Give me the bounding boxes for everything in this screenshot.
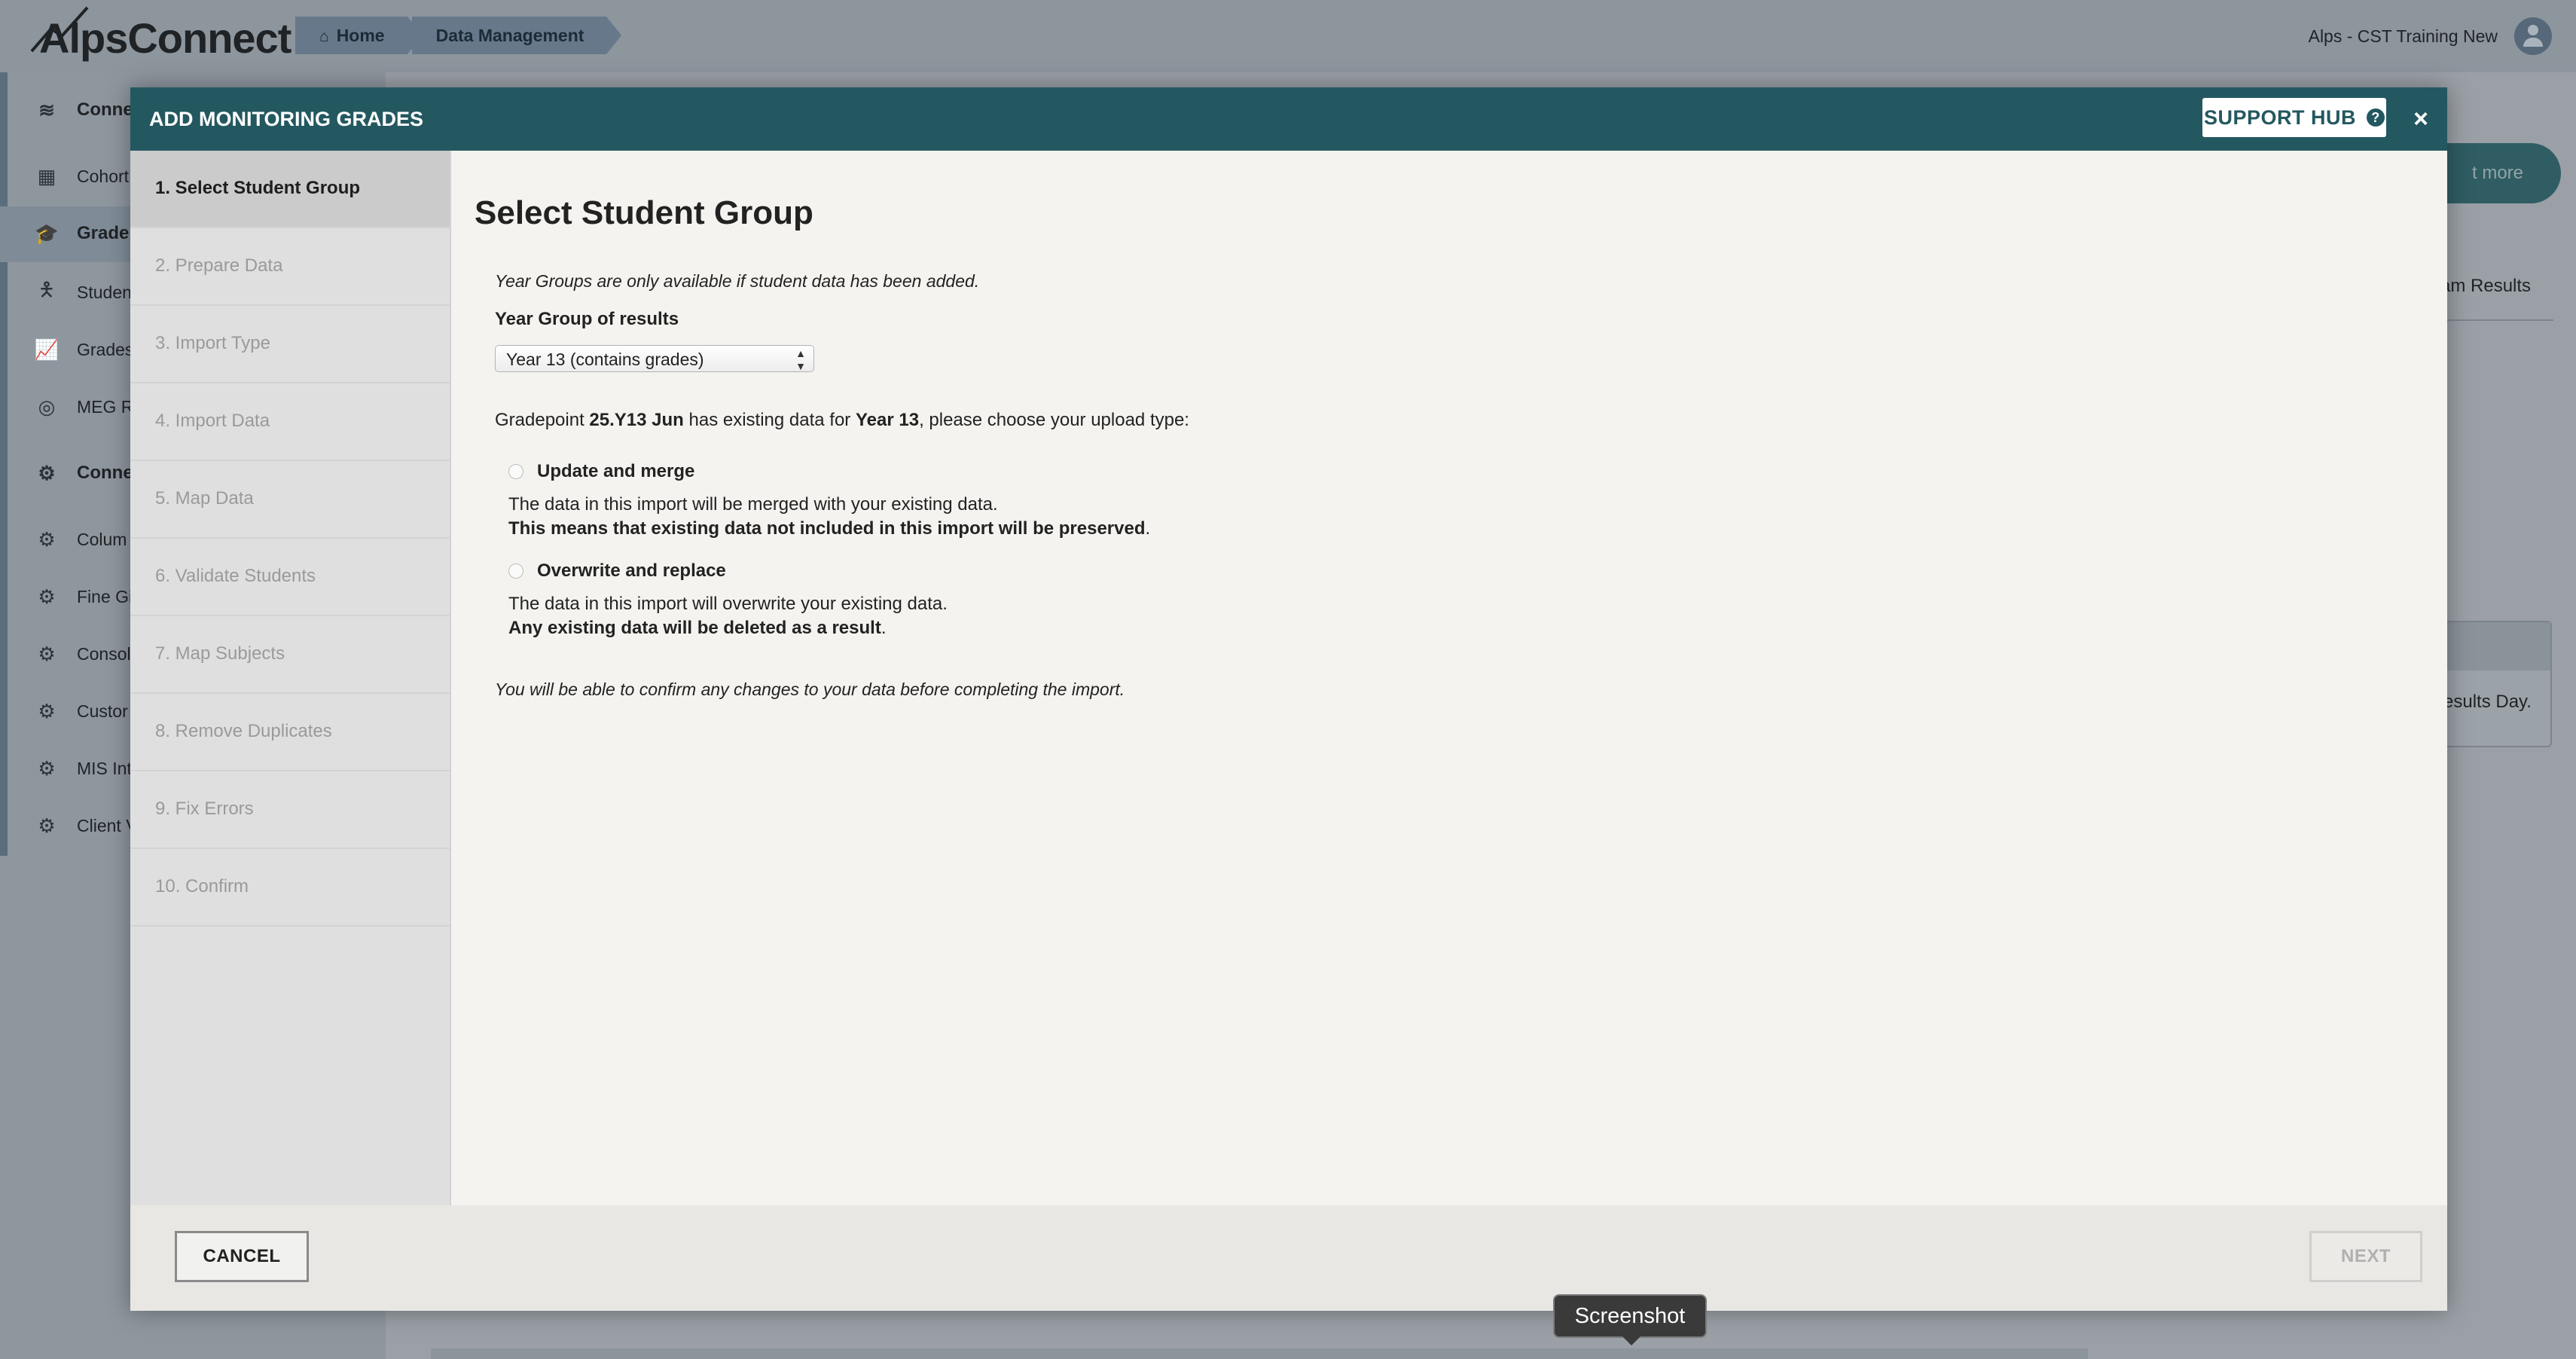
question-icon: ? [2367,108,2385,127]
wizard-steps: 1. Select Student Group 2. Prepare Data … [130,151,451,1205]
gear-icon: ⚙ [38,585,56,608]
modal-title: ADD MONITORING GRADES [149,108,424,130]
info-panel-text: esults Day. [2443,692,2532,712]
year-group-select[interactable]: Year 13 (contains grades) ▲ ▼ [495,345,814,372]
sidebar-item-grades[interactable]: 🎓 Grade [33,218,130,249]
app-logo[interactable]: AlpsConnect [39,14,291,63]
step-map-data: 5. Map Data [130,461,450,539]
year-groups-note: Year Groups are only available if studen… [495,271,980,291]
modal-content: Select Student Group Year Groups are onl… [451,151,2447,1205]
sidebar-item-cohort[interactable]: ▦ Cohort [33,161,129,191]
sidebar-section-connect-settings[interactable]: ⚙ Conne [33,458,133,488]
overwrite-consequence: Any existing data will be deleted as a r… [508,618,887,638]
page-bottom-bar [431,1348,2088,1359]
sidebar-item-consolidation[interactable]: ⚙ Consol [33,639,130,669]
add-monitoring-grades-modal: ADD MONITORING GRADES SUPPORT HUB ? × 1.… [130,87,2447,1311]
gradepoint-message: Gradepoint 25.Y13 Jun has existing data … [495,410,1189,430]
step-select-student-group[interactable]: 1. Select Student Group [130,151,450,228]
breadcrumb-home[interactable]: ⌂ Home [295,17,423,54]
step-confirm: 10. Confirm [130,849,450,927]
avatar[interactable] [2514,17,2552,55]
step-fix-errors: 9. Fix Errors [130,771,450,849]
modal-header: ADD MONITORING GRADES SUPPORT HUB ? × [130,87,2447,151]
sidebar-item-grades-chart[interactable]: 📈 Grades [33,334,134,365]
step-map-subjects: 7. Map Subjects [130,616,450,694]
sidebar-item-custom[interactable]: ⚙ Custor [33,696,127,726]
user-menu[interactable]: Alps - CST Training New [2309,17,2552,56]
sidebar-section-connect-data[interactable]: ≋ Conne [33,95,133,125]
sidebar-accent-strip [0,72,8,856]
user-name: Alps - CST Training New [2308,26,2498,46]
radio-update-and-merge[interactable] [508,464,523,479]
confirm-note: You will be able to confirm any changes … [495,680,1125,699]
overwrite-description: The data in this import will overwrite y… [508,594,948,614]
step-import-data: 4. Import Data [130,383,450,461]
year-group-label: Year Group of results [495,309,679,329]
next-button[interactable]: NEXT [2309,1231,2422,1282]
gear-icon: ⚙ [38,756,56,780]
select-arrows-icon: ▲ ▼ [795,347,806,372]
graduation-cap-icon: 🎓 [34,221,60,245]
info-panel-header [2442,622,2550,670]
screenshot-tooltip: Screenshot [1553,1294,1707,1345]
gear-icon: ⚙ [38,642,56,665]
sidebar-item-meg[interactable]: ◎ MEG R [33,392,134,422]
step-remove-duplicates: 8. Remove Duplicates [130,694,450,771]
home-icon: ⌂ [319,28,329,45]
sidebar-item-fine-grades[interactable]: ⚙ Fine Gi [33,582,133,612]
close-icon[interactable]: × [2407,105,2434,133]
info-panel [2440,621,2552,747]
modal-footer: CANCEL NEXT [130,1205,2447,1311]
breadcrumb: ⌂ Home Data Management [295,17,622,54]
sidebar-item-students[interactable]: 🯅 Studen [33,277,132,307]
radio-overwrite-and-replace[interactable] [508,563,523,579]
student-icon: 🯅 [38,278,56,301]
tab-exam-results[interactable]: am Results [2440,276,2531,297]
gear-icon: ⚙ [38,461,56,484]
tab-underline [2440,319,2553,321]
database-icon: ≋ [38,98,55,121]
gear-icon: ⚙ [38,527,56,551]
step-prepare-data: 2. Prepare Data [130,228,450,306]
gear-icon: ⚙ [38,699,56,722]
sidebar-item-client[interactable]: ⚙ Client V [33,811,137,841]
step-validate-students: 6. Validate Students [130,539,450,616]
page-title: Select Student Group [475,194,813,231]
merge-description: The data in this import will be merged w… [508,494,998,515]
line-chart-icon: 📈 [34,337,60,361]
option-update-and-merge[interactable]: Update and merge [508,461,694,482]
breadcrumb-data-management[interactable]: Data Management [411,17,622,54]
target-icon: ◎ [38,395,56,418]
step-import-type: 3. Import Type [130,306,450,383]
sidebar-item-columns[interactable]: ⚙ Colum [33,524,127,554]
sidebar-item-mis-integration[interactable]: ⚙ MIS Int [33,753,132,783]
option-overwrite-and-replace[interactable]: Overwrite and replace [508,560,726,582]
support-hub-button[interactable]: SUPPORT HUB ? [2202,98,2386,137]
merge-consequence: This means that existing data not includ… [508,518,1151,539]
gear-icon: ⚙ [38,814,56,837]
cancel-button[interactable]: CANCEL [175,1231,309,1282]
top-bar: AlpsConnect ⌂ Home Data Management Alps -… [0,0,2576,72]
table-icon: ▦ [37,164,56,188]
